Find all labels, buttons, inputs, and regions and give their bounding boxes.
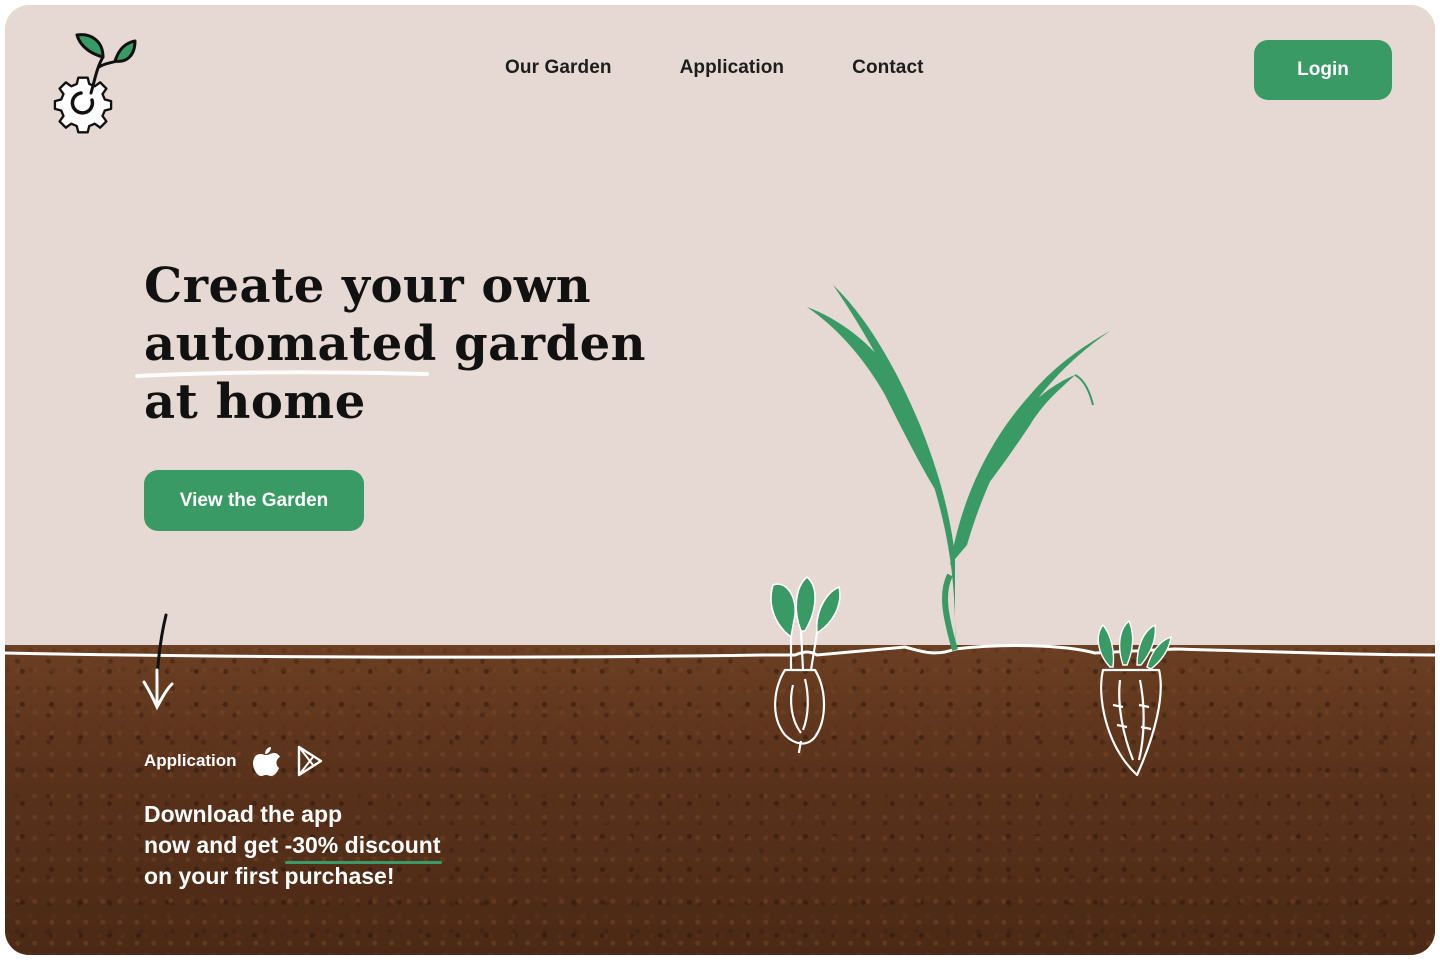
carrot-leaves-icon — [1097, 619, 1172, 670]
app-label: Application — [144, 751, 237, 770]
promo-line-2-prefix: now and get — [144, 832, 285, 858]
app-download-row: Application — [144, 745, 325, 777]
nav-contact[interactable]: Contact — [852, 57, 923, 79]
promo-line-1: Download the app — [144, 801, 343, 827]
brush-underline — [135, 370, 429, 378]
apple-icon[interactable] — [251, 745, 281, 777]
beet-drawing-icon — [774, 629, 825, 754]
hero-title: Create your own automated garden at home — [144, 257, 664, 431]
promo-line-2: now and get -30% discount — [144, 830, 443, 864]
google-play-icon[interactable] — [295, 745, 325, 777]
beet-leaves-icon — [770, 575, 841, 639]
hero-title-line-1: Create your own — [144, 258, 592, 314]
nav-our-garden[interactable]: Our Garden — [505, 57, 612, 79]
garden-plants-illustration — [770, 285, 1172, 777]
main-nav: Our Garden Application Contact — [505, 57, 924, 79]
page-frame: Our Garden Application Contact Login Cre… — [5, 5, 1435, 955]
discount-highlight: -30% discount — [284, 830, 443, 864]
hero-title-line-2: automated garden — [144, 316, 647, 372]
promo-text: Download the app now and get -30% discou… — [144, 799, 443, 892]
ground-outline — [5, 644, 1435, 659]
tall-sprout-icon — [807, 285, 1110, 651]
hero-title-line-3: at home — [144, 374, 366, 430]
carrot-drawing-icon — [1100, 668, 1162, 777]
gear-sprout-logo-icon[interactable] — [47, 27, 137, 139]
promo-line-3: on your first purchase! — [144, 863, 395, 889]
view-garden-button[interactable]: View the Garden — [144, 470, 364, 531]
nav-application[interactable]: Application — [680, 57, 785, 79]
down-arrow-icon — [142, 613, 174, 711]
login-button[interactable]: Login — [1254, 40, 1392, 100]
